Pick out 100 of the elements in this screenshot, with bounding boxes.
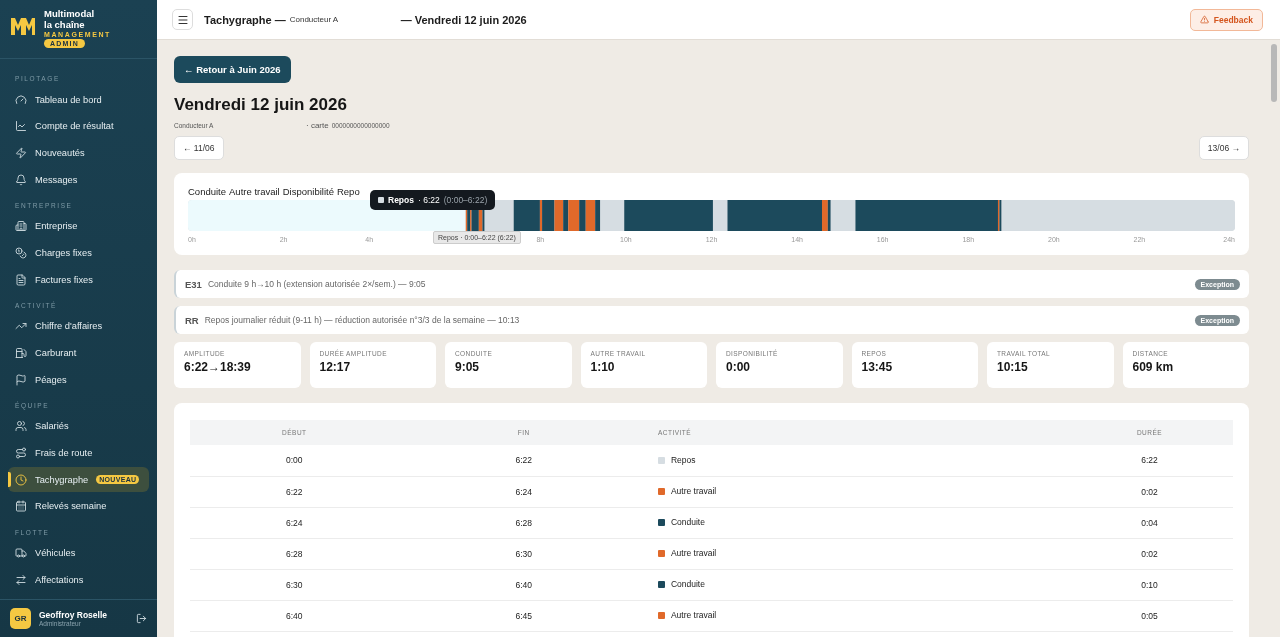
alert-text: Repos journalier réduit (9-11 h) — réduction autorisée n°3/3 de la semaine — 10:13 [204, 315, 521, 325]
nav-label: Véhicules [35, 548, 76, 559]
table-cell: 6:30 [190, 569, 399, 600]
nav-label: Salariés [35, 421, 69, 432]
tooltip-range: (0:00–6:22) [443, 195, 488, 205]
table-cell: 6:28 [190, 538, 399, 569]
stat-value: 6:22→18:39 [184, 360, 252, 374]
activity-swatch [657, 518, 665, 526]
logout-icon[interactable] [136, 613, 147, 624]
activity-label: Conduite [670, 579, 705, 590]
nav-label: Entreprise [35, 221, 78, 232]
sidebar-item[interactable]: Messages [8, 167, 149, 193]
tooltip-label: Repos [388, 195, 414, 205]
nav-label: Péages [35, 374, 67, 385]
activity-label: Autre travail [670, 486, 717, 497]
nav-label: Chiffre d'affaires [35, 321, 103, 332]
next-day-button[interactable]: 13/06 → [1198, 136, 1249, 160]
nav-icon [15, 93, 27, 106]
nav-label: Nouveautés [35, 147, 85, 158]
logo-icon [10, 15, 36, 37]
legend-label: Repo [336, 186, 360, 197]
sidebar-item[interactable]: Charges fixes [8, 240, 149, 266]
sidebar-item[interactable]: Véhicules [8, 540, 149, 566]
nav-icon [15, 220, 27, 233]
nav-icon [15, 573, 27, 586]
table-cell: 0:02 [1066, 538, 1233, 569]
table-cell: 6:22 [1066, 445, 1233, 476]
table-cell: 0:10 [1066, 569, 1233, 600]
stat-value: 10:15 [997, 360, 1029, 374]
nav-icon [15, 273, 27, 286]
legend-label: Autre travail [229, 186, 280, 197]
stat-value: 609 km [1132, 360, 1175, 374]
nav-label: Carburant [35, 348, 77, 358]
activity-swatch [657, 487, 665, 495]
legend-label: Disponibilité [282, 186, 334, 197]
brand-name: Multimodal [44, 9, 96, 19]
stat-value: 0:00 [726, 360, 752, 374]
brand-name: la chaîne [44, 20, 86, 30]
back-button[interactable]: ← Retour à Juin 2026 [174, 56, 291, 83]
alert-text: Conduite 9 h→10 h (extension autorisée 2×/sem.) — 9:05 [207, 279, 427, 289]
table-cell: 0:05 [1066, 600, 1233, 631]
sidebar-item[interactable]: Factures fixes [8, 267, 149, 293]
nav-icon [15, 473, 27, 486]
nav-label: Charges fixes [35, 247, 92, 258]
nav-icon [15, 246, 27, 259]
card-label: · carte [306, 121, 329, 130]
table-cell: 6:24 [190, 507, 399, 538]
stat-value: 12:17 [319, 360, 352, 374]
table-cell: 0:04 [1066, 507, 1233, 538]
table-cell: 6:45 [398, 600, 649, 631]
nav-label: Affectations [35, 574, 84, 585]
table-cell: 6:22 [190, 476, 399, 507]
warning-icon [1199, 15, 1209, 24]
activity-label: Repos [670, 455, 696, 465]
page-header-title: Tachygraphe — [204, 13, 286, 26]
activity-swatch [657, 611, 665, 619]
sidebar-item[interactable]: Entreprise [8, 213, 149, 239]
nav-icon [15, 373, 27, 386]
stat-value: 9:05 [455, 360, 481, 374]
page-title: Vendredi 12 juin 2026 [174, 95, 348, 115]
nav-label: Relevés semaine [35, 501, 107, 512]
activity-label: Autre travail [670, 548, 717, 559]
menu-button[interactable] [172, 9, 193, 30]
nav-label: Tableau de bord [35, 94, 102, 105]
user-avatar: GR [10, 608, 31, 629]
activity-swatch [657, 549, 665, 557]
table-cell: 6:30 [398, 538, 649, 569]
sidebar-item[interactable]: Carburant [8, 340, 149, 366]
activity-swatch [657, 456, 665, 464]
table-cell: 0:00 [190, 445, 399, 476]
table-cell: 0:02 [1066, 476, 1233, 507]
sidebar-item[interactable]: Affectations [8, 567, 149, 593]
sidebar-item[interactable]: Relevés semaine [8, 493, 149, 519]
alert-code: E31 [185, 278, 202, 290]
sidebar-item[interactable]: Frais de route [8, 440, 149, 466]
table-cell: 6:40 [398, 569, 649, 600]
tooltip-value: · 6:22 [418, 195, 440, 205]
scrollbar[interactable] [1271, 44, 1277, 102]
table-cell: 6:28 [398, 507, 649, 538]
previous-day-button[interactable]: ← 11/06 [174, 136, 224, 160]
sidebar-item[interactable]: Chiffre d'affaires [8, 313, 149, 339]
nav-label: Factures fixes [35, 274, 93, 285]
legend-label: Conduite [188, 186, 227, 197]
sidebar-item[interactable]: Péages [8, 367, 149, 393]
nav-icon [15, 120, 27, 133]
nav-icon [15, 547, 27, 560]
feedback-button[interactable]: Feedback [1189, 8, 1263, 31]
table-cell: 6:40 [190, 600, 399, 631]
nav-icon [15, 146, 27, 159]
page-header-subtitle: Conducteur A [289, 15, 340, 24]
activity-swatch [657, 580, 665, 588]
sidebar-item[interactable]: Tableau de bord [8, 87, 149, 112]
activity-label: Conduite [670, 517, 705, 528]
sidebar-item[interactable]: Salariés [8, 413, 149, 439]
nav-label: Compte de résultat [35, 121, 114, 132]
sidebar-item[interactable]: Nouveautés [8, 140, 149, 166]
sidebar-item[interactable]: Compte de résultat [8, 113, 149, 139]
nav-icon [15, 447, 27, 460]
nav-label: Tachygraphe [35, 474, 89, 485]
page-header-date: — Vendredi 12 juin 2026 [400, 13, 527, 26]
